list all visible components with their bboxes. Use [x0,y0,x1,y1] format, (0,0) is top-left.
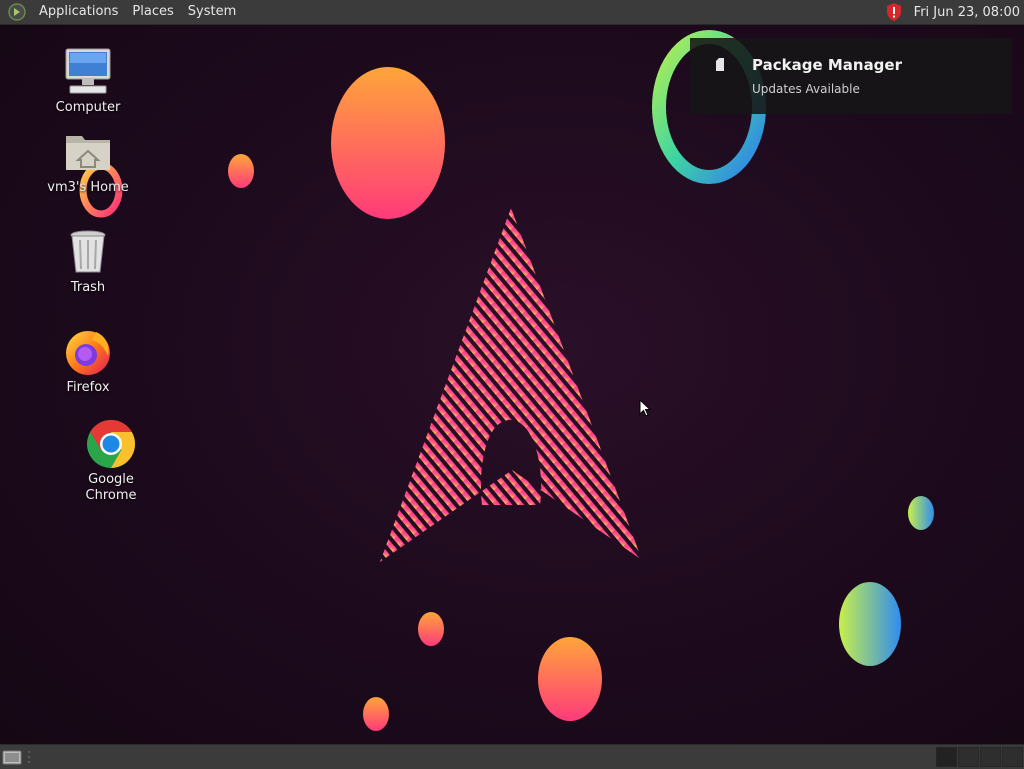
desktop-icon-label: Google Chrome [85,472,137,503]
menu-applications[interactable]: Applications [32,0,125,24]
desktop-icon-chrome[interactable]: Google Chrome [61,418,161,504]
panel-drag-handle[interactable] [26,749,32,765]
notification-popup[interactable]: Package Manager Updates Available [690,38,1012,114]
chrome-icon [87,420,136,468]
computer-icon [65,48,111,94]
shield-alert-icon[interactable] [884,2,904,22]
desktop-icon-label: Trash [70,280,106,295]
desktop-icon-trash[interactable]: Trash [38,226,138,296]
desktop-icon-label: vm3's Home [47,180,129,195]
orange-orb-bottom-2 [538,637,602,721]
bottom-panel [0,744,1024,769]
desktop-icon-firefox[interactable]: Firefox [38,326,138,396]
workspace-1[interactable] [936,747,957,767]
blue-orb-small [908,496,934,530]
desktop-icon-label: Computer [55,100,121,115]
orange-orb-large [331,67,445,219]
desktop-wallpaper [79,30,934,731]
desktop-icon-computer[interactable]: Computer [38,46,138,116]
blue-orb-large [839,582,901,666]
desktop-icon-label: Firefox [66,380,110,395]
mouse-cursor-icon [639,399,651,417]
package-icon [716,58,724,71]
home-folder-icon [66,136,110,170]
orange-orb-bottom-3 [363,697,389,731]
workspace-2[interactable] [958,747,979,767]
arch-logo [380,208,642,562]
distro-logo-icon[interactable] [8,3,26,21]
trash-icon [70,230,106,273]
desktop-icon-home[interactable]: vm3's Home [38,126,138,196]
notification-title: Package Manager [752,56,902,74]
show-desktop-icon[interactable] [2,748,22,766]
notification-body: Updates Available [752,82,860,96]
firefox-icon [66,331,110,375]
clock[interactable]: Fri Jun 23, 08:00 [914,5,1024,20]
orange-orb-bottom-1 [418,612,444,646]
menu-places[interactable]: Places [125,0,180,24]
workspace-3[interactable] [980,747,1001,767]
top-panel: Applications Places System Fri Jun 23, 0… [0,0,1024,25]
orange-orb-small [228,154,254,188]
menu-system[interactable]: System [181,0,243,24]
workspace-4[interactable] [1002,747,1023,767]
